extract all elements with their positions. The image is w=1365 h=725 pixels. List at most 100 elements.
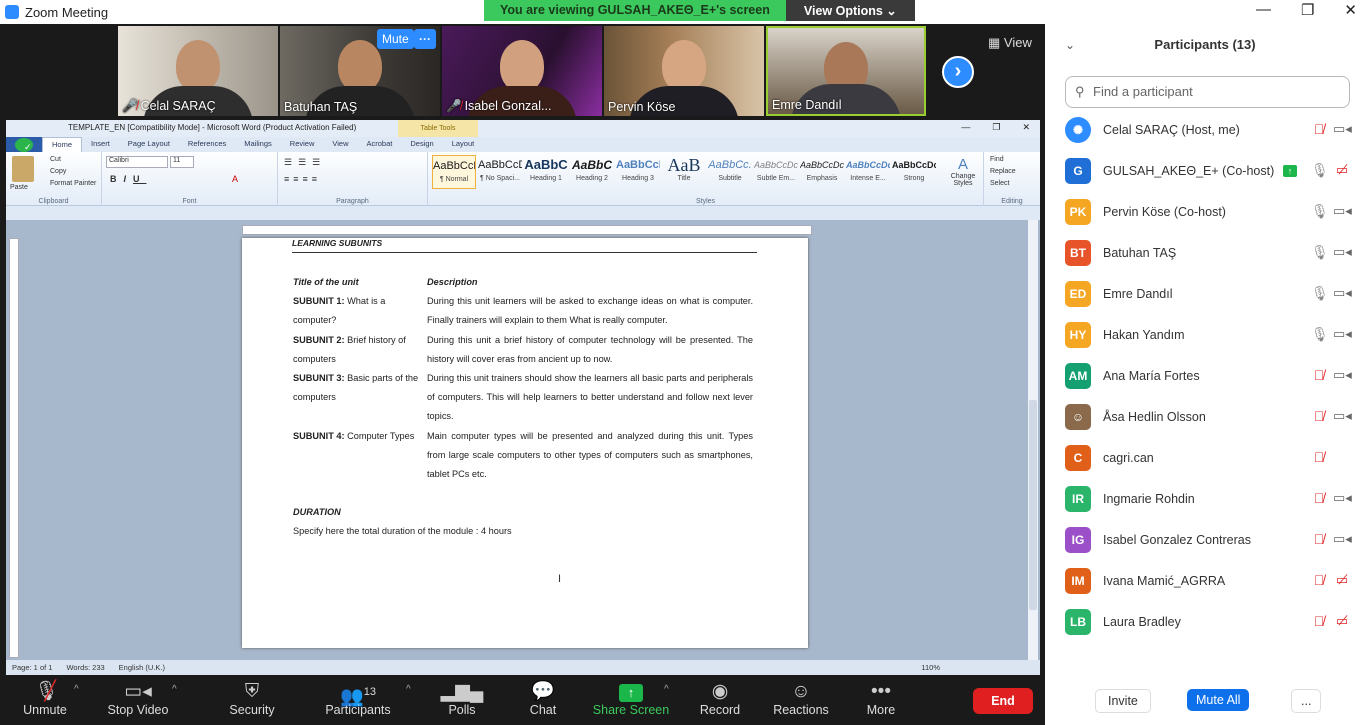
mic-muted-icon: 🎙╱ — [34, 681, 59, 702]
avatar: C — [1065, 445, 1091, 471]
chat-button[interactable]: 💬 Chat — [503, 681, 583, 717]
font-format-buttons: BIU — [110, 174, 147, 184]
mic-muted-icon[interactable]: 🎙̸ — [1311, 613, 1327, 629]
participants-panel: ⌄ Participants (13) ⚲ Find a participant … — [1045, 24, 1365, 725]
styles-group-label: Styles — [695, 198, 716, 205]
chat-label: Chat — [529, 703, 557, 717]
video-camera-icon[interactable]: ▭◂ — [1333, 203, 1352, 219]
record-label: Record — [699, 703, 741, 717]
mic-muted-icon[interactable]: 🎙̸ — [1311, 121, 1327, 137]
participant-name: Emre Dandıl — [1103, 287, 1173, 301]
status-language: English (U.K.) — [118, 663, 165, 672]
more-label: More — [866, 703, 896, 717]
participant-row[interactable]: IM Ivana Mamić_AGRRA 🎙̸ ▭̸ — [1045, 561, 1365, 602]
mic-muted-icon[interactable]: 🎙̸ — [1311, 408, 1327, 424]
share-screen-button[interactable]: ↑ Share Screen — [591, 681, 671, 717]
participant-row[interactable]: Ccagri.can 🎙̸ — [1045, 438, 1365, 479]
video-off-icon[interactable]: ▭̸ — [1333, 572, 1351, 588]
video-camera-icon[interactable]: ▭◂ — [1333, 244, 1352, 260]
style-preview: AaBbCc. — [708, 159, 752, 171]
unmute-button[interactable]: 🎙╱ Unmute — [5, 681, 85, 717]
mic-muted-icon[interactable]: 🎙̸ — [1311, 490, 1327, 506]
thumb-name: Batuhan TAŞ — [284, 100, 358, 114]
view-button[interactable]: ▦ View — [988, 35, 1032, 51]
panel-more-button[interactable]: ... — [1291, 689, 1322, 713]
quick-access-toolbar — [6, 206, 1040, 220]
participant-search-input[interactable]: ⚲ Find a participant — [1065, 76, 1350, 108]
share-options-caret[interactable]: ^ — [664, 684, 669, 695]
mic-icon[interactable]: 🎙 — [1311, 162, 1329, 179]
end-meeting-button[interactable]: End — [973, 688, 1033, 714]
participant-row[interactable]: ED Emre Dandıl 🎙 ▭◂ — [1045, 274, 1365, 315]
video-camera-icon[interactable]: ▭◂ — [1333, 408, 1352, 424]
mic-muted-icon[interactable]: 🎙̸ — [1311, 531, 1327, 547]
video-off-icon[interactable]: ▭̸ — [1333, 613, 1351, 629]
mic-muted-icon[interactable]: 🎙̸ — [1311, 572, 1327, 588]
video-camera-icon[interactable]: ▭◂ — [1333, 490, 1352, 506]
word-tab-acrobat: Acrobat — [366, 139, 393, 148]
grid-icon: ▦ — [988, 35, 1001, 50]
security-button[interactable]: ⛨ Security — [212, 681, 292, 717]
participant-name: GULSAH_AKEΘ_E+ (Co-host) — [1103, 164, 1275, 178]
audio-options-caret[interactable]: ^ — [74, 684, 79, 695]
clipboard-group-label: Clipboard — [38, 198, 69, 205]
participant-row[interactable]: ✺ Celal SARAÇ (Host, me) 🎙̸ ▭◂ — [1045, 110, 1365, 151]
mic-icon[interactable]: 🎙 — [1311, 326, 1329, 343]
record-button[interactable]: ◉ Record — [680, 681, 760, 717]
minimize-button[interactable]: — — [1256, 1, 1271, 19]
participant-row[interactable]: BT Batuhan TAŞ 🎙 ▭◂ — [1045, 233, 1365, 274]
participant-row[interactable]: PK Pervin Köse (Co-host) 🎙 ▭◂ — [1045, 192, 1365, 233]
avatar: PK — [1065, 199, 1091, 225]
next-page-icon[interactable]: › — [942, 56, 974, 88]
video-thumb-4[interactable]: Pervin Köse — [604, 26, 764, 116]
status-page: Page: 1 of 1 — [12, 663, 53, 672]
thumb-more-button[interactable]: ··· — [414, 29, 436, 49]
more-button[interactable]: ••• More — [841, 681, 921, 717]
participant-name: cagri.can — [1103, 451, 1154, 465]
video-camera-icon[interactable]: ▭◂ — [1333, 531, 1352, 547]
mic-icon[interactable]: 🎙 — [1311, 285, 1329, 302]
participant-row[interactable]: HY Hakan Yandım 🎙 ▭◂ — [1045, 315, 1365, 356]
polls-button[interactable]: ▂▆▄ Polls — [422, 681, 502, 717]
participant-row[interactable]: IG Isabel Gonzalez Contreras 🎙̸ ▭◂ — [1045, 520, 1365, 561]
video-camera-icon[interactable]: ▭◂ — [1333, 285, 1352, 301]
view-options-button[interactable]: View Options ⌄ — [785, 0, 915, 21]
participant-row[interactable]: AM Ana María Fortes 🎙̸ ▭◂ — [1045, 356, 1365, 397]
video-camera-icon[interactable]: ▭◂ — [1333, 326, 1352, 342]
stop-video-button[interactable]: ▭◂ Stop Video — [98, 681, 178, 717]
mute-all-button[interactable]: Mute All — [1187, 689, 1250, 711]
record-icon: ◉ — [711, 681, 729, 702]
invite-button[interactable]: Invite — [1095, 689, 1151, 713]
participant-row[interactable]: G GULSAH_AKEΘ_E+ (Co-host) ↑ 🎙 ▭̸ — [1045, 151, 1365, 192]
mic-muted-icon[interactable]: 🎙̸ — [1311, 367, 1327, 383]
video-camera-icon[interactable]: ▭◂ — [1333, 367, 1352, 383]
video-options-caret[interactable]: ^ — [172, 684, 177, 695]
participants-caret[interactable]: ^ — [406, 684, 411, 695]
unit-desc-3: During this unit trainers should show th… — [427, 373, 753, 422]
polls-label: Polls — [448, 703, 476, 717]
style-name: Title — [677, 175, 691, 182]
reactions-button[interactable]: ☺ Reactions — [761, 681, 841, 717]
video-off-icon[interactable]: ▭̸ — [1333, 162, 1351, 178]
video-camera-icon[interactable]: ▭◂ — [1333, 121, 1352, 137]
participant-row[interactable]: ☺ Åsa Hedlin Olsson 🎙̸ ▭◂ — [1045, 397, 1365, 438]
word-close: ✕ — [1022, 122, 1030, 132]
font-group-label: Font — [182, 198, 197, 205]
format-painter-label: Format Painter — [50, 180, 97, 187]
mic-icon[interactable]: 🎙 — [1311, 244, 1329, 261]
horizontal-ruler — [242, 225, 812, 235]
word-minimize: — — [961, 122, 971, 132]
video-thumb-1[interactable]: 🎤̸ Celal SARAÇ — [118, 26, 278, 116]
participants-button[interactable]: 👥13 Participants — [318, 681, 398, 717]
mic-icon[interactable]: 🎙 — [1311, 203, 1329, 220]
mic-muted-icon[interactable]: 🎙̸ — [1311, 449, 1327, 465]
meeting-toolbar: 🎙╱ Unmute ^ ▭◂ Stop Video ^ ⛨ Security 👥13 P… — [0, 676, 1045, 725]
video-camera-icon: ▭◂ — [124, 681, 152, 702]
video-thumb-5[interactable]: Emre Dandıl — [766, 26, 926, 116]
close-button[interactable]: ✕ — [1344, 1, 1357, 19]
video-thumb-3[interactable]: 🎤̸ Isabel Gonzal... — [442, 26, 602, 116]
thumb-mute-button[interactable]: Mute — [377, 29, 414, 49]
participant-row[interactable]: LB Laura Bradley 🎙̸ ▭̸ — [1045, 602, 1365, 643]
participant-row[interactable]: IR Ingmarie Rohdin 🎙̸ ▭◂ — [1045, 479, 1365, 520]
maximize-button[interactable]: ❐ — [1301, 1, 1314, 19]
